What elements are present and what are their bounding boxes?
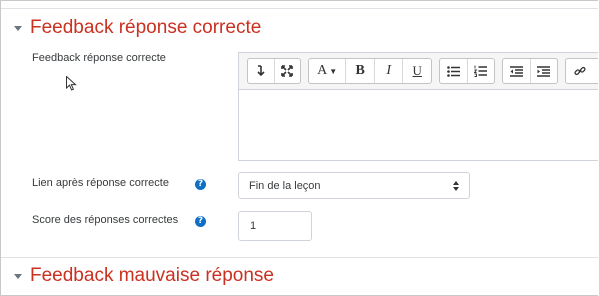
toggle-toolbar-icon[interactable] <box>248 59 275 83</box>
jump-selected-value: Fin de la leçon <box>249 180 321 192</box>
section-title: Feedback réponse correcte <box>30 17 262 38</box>
editor-toolbar: A ▼ B I U <box>239 53 598 90</box>
collapse-caret-icon[interactable] <box>14 25 22 31</box>
bold-icon[interactable]: B <box>346 59 375 83</box>
editor-content-area[interactable] <box>239 90 598 160</box>
score-input[interactable]: 1 <box>238 211 312 241</box>
section-divider <box>1 8 598 9</box>
italic-icon[interactable]: I <box>375 59 404 83</box>
indent-icon[interactable] <box>531 59 558 83</box>
section-header-correct[interactable]: Feedback réponse correcte <box>14 17 261 39</box>
bulleted-list-icon[interactable] <box>440 59 468 83</box>
score-value: 1 <box>250 220 257 232</box>
toolbar-group-indent <box>502 58 558 84</box>
score-label: Score des réponses correctes <box>32 214 179 226</box>
toolbar-group-link <box>565 58 598 84</box>
jump-label: Lien après réponse correcte <box>32 177 169 189</box>
toolbar-group-lists <box>439 58 495 84</box>
feedback-editor[interactable]: A ▼ B I U <box>238 52 598 161</box>
form-frame: Feedback réponse correcte Feedback répon… <box>0 0 598 296</box>
collapse-caret-icon[interactable] <box>14 273 22 279</box>
underline-icon[interactable]: U <box>403 59 431 83</box>
section-divider <box>1 257 598 258</box>
toolbar-group-toggle <box>247 58 301 84</box>
fullscreen-icon[interactable] <box>275 59 301 83</box>
outdent-icon[interactable] <box>503 59 531 83</box>
question-circle-icon[interactable]: ? <box>195 179 206 190</box>
toolbar-group-format: A ▼ B I U <box>308 58 432 84</box>
mouse-cursor-icon <box>66 76 77 91</box>
jump-select[interactable]: Fin de la leçon <box>238 172 470 199</box>
select-arrows-icon <box>453 181 459 191</box>
section-header-wrong[interactable]: Feedback mauvaise réponse <box>14 265 274 287</box>
font-color-icon[interactable]: A ▼ <box>309 59 347 83</box>
section-title: Feedback mauvaise réponse <box>30 265 274 286</box>
font-label: A <box>317 63 328 78</box>
numbered-list-icon[interactable] <box>468 59 495 83</box>
dropdown-caret-icon: ▼ <box>329 66 338 76</box>
question-circle-icon[interactable]: ? <box>195 216 206 227</box>
feedback-label: Feedback réponse correcte <box>32 52 166 64</box>
link-icon[interactable] <box>566 59 593 83</box>
